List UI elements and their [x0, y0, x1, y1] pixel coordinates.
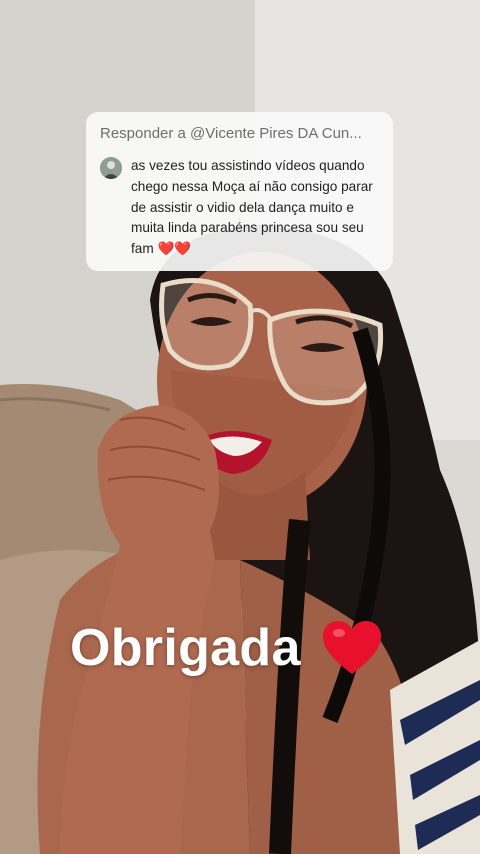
reply-header: Responder a @Vicente Pires DA Cun...	[100, 125, 362, 142]
heart-icon	[322, 621, 381, 674]
video-caption: Obrigada	[70, 618, 440, 678]
user-avatar	[100, 157, 122, 179]
reply-body: as vezes tou assistindo vídeos quando ch…	[100, 156, 379, 260]
reply-comment-card[interactable]: Responder a @Vicente Pires DA Cun... as …	[86, 112, 393, 271]
reply-comment-text: as vezes tou assistindo vídeos quando ch…	[131, 156, 379, 260]
caption-text: Obrigada	[70, 619, 301, 677]
comment-emoji: ❤️❤️	[157, 241, 192, 257]
video-frame[interactable]: Responder a @Vicente Pires DA Cun... as …	[0, 0, 480, 854]
